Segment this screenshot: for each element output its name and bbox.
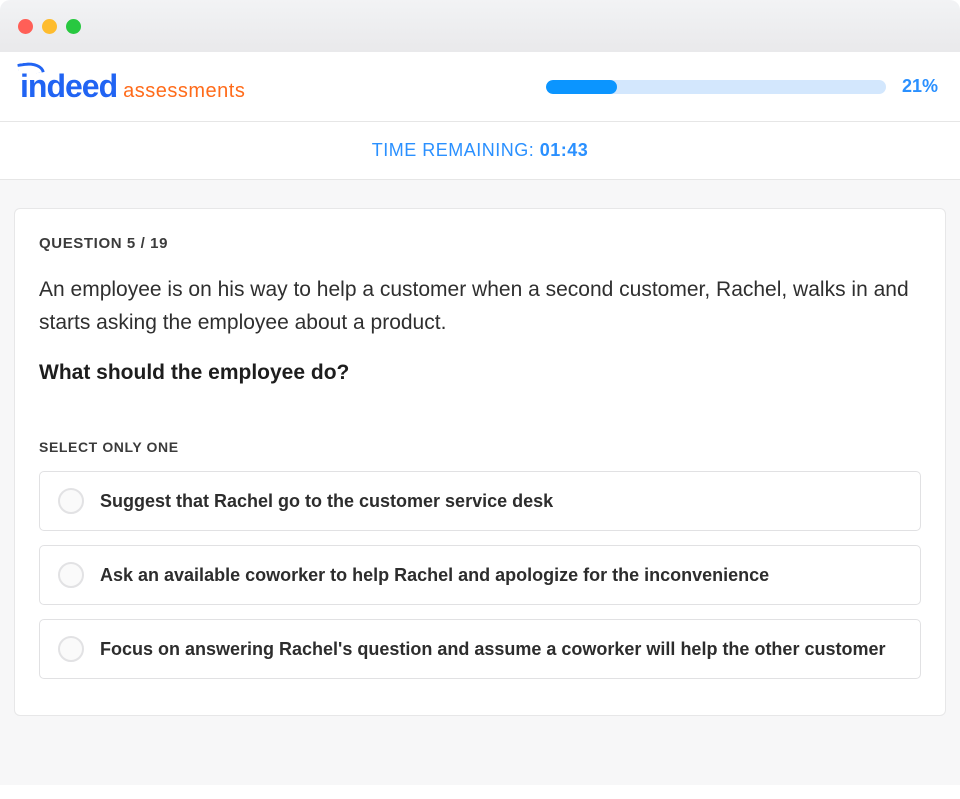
window-zoom-button[interactable] <box>66 19 81 34</box>
progress-bar <box>546 80 886 94</box>
answer-option[interactable]: Ask an available coworker to help Rachel… <box>39 545 921 605</box>
app-header: indeed assessments 21% <box>0 52 960 122</box>
answer-option-text: Suggest that Rachel go to the customer s… <box>100 491 553 512</box>
question-card: QUESTION 5 / 19 An employee is on his wa… <box>14 208 946 716</box>
answer-option-text: Ask an available coworker to help Rachel… <box>100 565 769 586</box>
brand-subtitle: assessments <box>123 80 245 103</box>
question-prompt: What should the employee do? <box>39 361 921 385</box>
select-instruction: SELECT ONLY ONE <box>39 439 921 455</box>
answer-option[interactable]: Suggest that Rachel go to the customer s… <box>39 471 921 531</box>
brand-wordmark: indeed <box>20 68 117 105</box>
question-scenario: An employee is on his way to help a cust… <box>39 274 921 339</box>
timer-label: TIME REMAINING: <box>372 140 540 160</box>
radio-icon <box>58 488 84 514</box>
window-minimize-button[interactable] <box>42 19 57 34</box>
brand-logo: indeed assessments <box>20 68 245 105</box>
question-counter: QUESTION 5 / 19 <box>39 235 921 252</box>
timer-value: 01:43 <box>540 140 589 160</box>
radio-icon <box>58 636 84 662</box>
answer-option-text: Focus on answering Rachel's question and… <box>100 639 885 660</box>
answer-option[interactable]: Focus on answering Rachel's question and… <box>39 619 921 679</box>
timer-row: TIME REMAINING: 01:43 <box>0 122 960 180</box>
radio-icon <box>58 562 84 588</box>
window-close-button[interactable] <box>18 19 33 34</box>
content-area: QUESTION 5 / 19 An employee is on his wa… <box>0 180 960 785</box>
progress-section: 21% <box>546 76 938 97</box>
window-titlebar <box>0 0 960 52</box>
progress-bar-fill <box>546 80 617 94</box>
progress-percent: 21% <box>902 76 938 97</box>
